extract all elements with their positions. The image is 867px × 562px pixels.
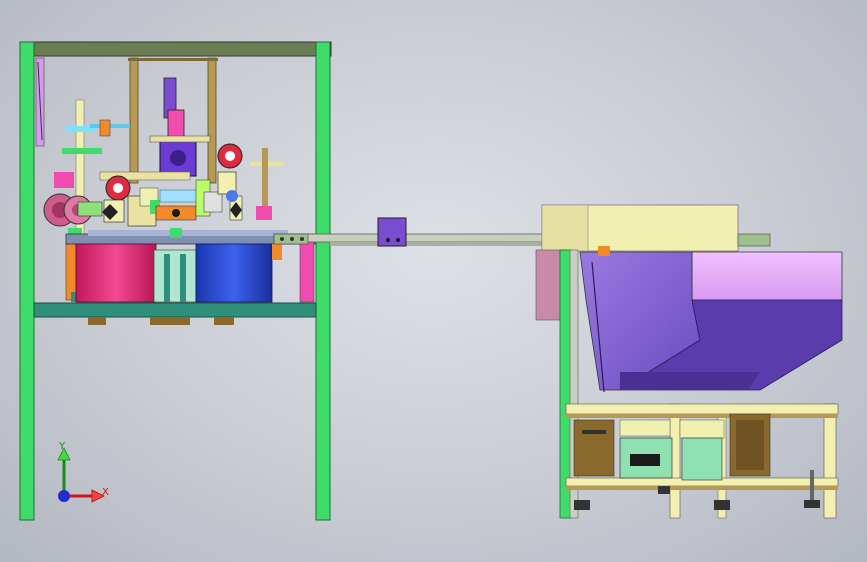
press-head: [149, 77, 211, 177]
coordinate-triad: Y X: [48, 440, 118, 510]
cad-viewport[interactable]: Y X: [0, 0, 867, 562]
frame-base-plate: [33, 302, 317, 318]
side-panel: [573, 419, 615, 477]
control-box: [619, 419, 671, 437]
guide-column: [207, 57, 217, 184]
feeder-unit: [535, 204, 843, 519]
guide-column: [129, 57, 139, 184]
y-axis-label: Y: [59, 441, 66, 452]
conveyor-rail-lower: [330, 242, 562, 246]
frame-left-post: [19, 41, 35, 521]
assembly-3d-model[interactable]: [0, 0, 867, 562]
base-foot: [214, 317, 234, 325]
x-axis-label: X: [102, 487, 109, 498]
hopper-top-face: [691, 251, 843, 301]
feeder-frame-rail: [565, 403, 839, 415]
drum-core: [153, 249, 197, 303]
guide-crossbar: [128, 58, 218, 61]
drum-magenta: [75, 243, 157, 303]
conveyor-motor: [377, 217, 407, 247]
frame-right-post: [315, 41, 331, 521]
base-foot: [150, 317, 190, 325]
base-foot: [88, 317, 106, 325]
frame-top-beam: [19, 41, 332, 57]
feeder-post: [823, 403, 837, 519]
turntable-plate-top: [88, 230, 288, 236]
press-rod: [167, 109, 185, 139]
drum-blue: [195, 243, 273, 303]
conveyor-rail: [273, 233, 573, 243]
